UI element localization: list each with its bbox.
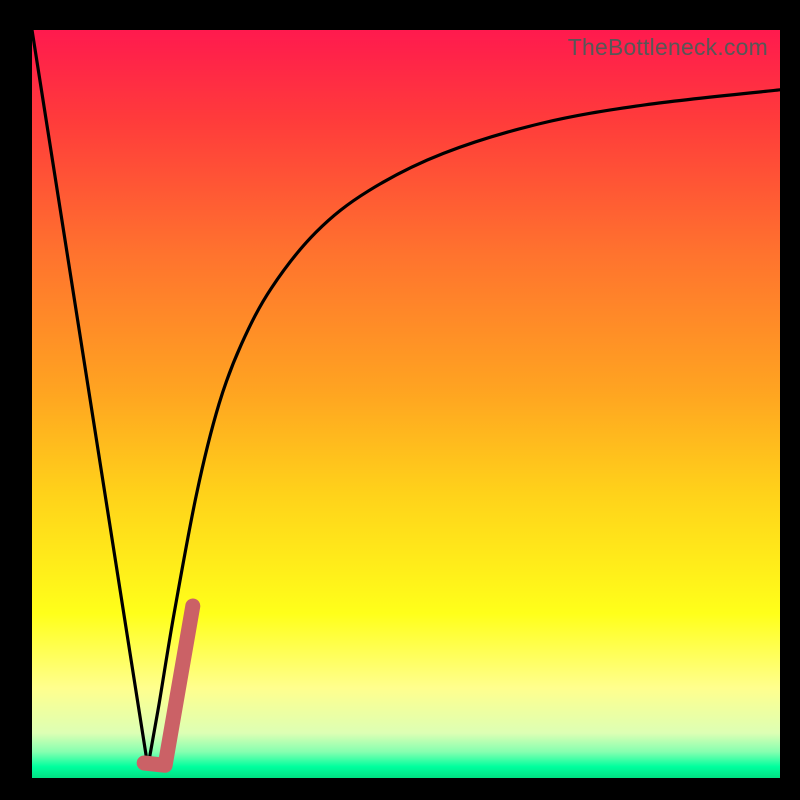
left-line-path [32,30,148,767]
plot-area: TheBottleneck.com [32,30,780,778]
chart-frame: TheBottleneck.com [0,0,800,800]
curve-layer [32,30,780,778]
right-curve-path [148,90,780,767]
